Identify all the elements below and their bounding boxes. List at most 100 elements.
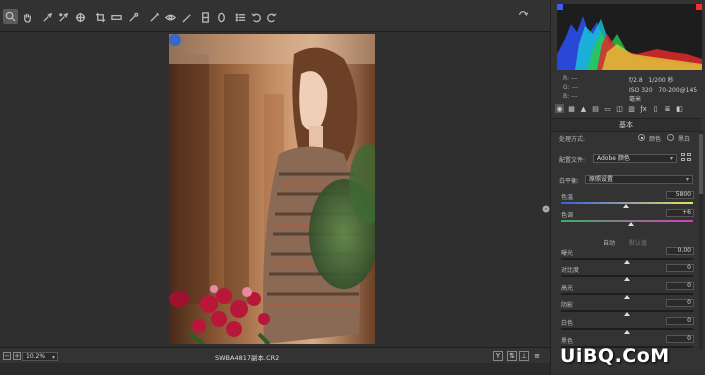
g-label: G: [563,84,570,91]
treatment-color-label: 颜色 [649,136,662,143]
treatment-bw-radio[interactable] [667,134,674,141]
zoom-select[interactable]: 10.2% ▾ [22,352,58,361]
b-label: B: [563,93,570,100]
wb-value: 原照设置 [589,176,614,183]
zoom-out-button[interactable]: − [3,352,11,360]
slider-label: 高光 [561,285,574,292]
chevron-down-icon: ▾ [669,155,673,162]
iso: ISO 320 [629,87,653,94]
zoom-value: 10.2% [26,353,46,360]
slider-thumb[interactable] [624,260,630,264]
tab-presets-icon[interactable]: ≣ [663,104,672,113]
slider-value-input[interactable]: +6 [666,209,694,217]
tab-transform-icon[interactable]: ▥ [627,104,636,113]
tab-detail-icon[interactable]: ▲ [579,104,588,113]
tab-basic-icon[interactable]: ◉ [555,104,564,113]
adjustment-brush-icon[interactable] [180,10,194,24]
tab-snapshots-icon[interactable]: ◧ [675,104,684,113]
radial-filter-icon[interactable] [214,10,228,24]
watermark: UiBQ.CoM [560,345,670,367]
camera-readout: R: --- G: --- B: --- f/2.8 1/200 秒 ISO 3… [559,74,699,103]
b-value: --- [571,93,578,100]
slider-thumb[interactable] [624,312,630,316]
r-value: --- [570,75,578,82]
swap-settings-icon[interactable]: ⇅ [507,351,517,361]
red-eye-removal-tool-icon[interactable] [147,10,161,24]
zoom-tool-icon[interactable] [3,9,18,24]
targeted-adjustment-tool-icon[interactable] [73,10,87,24]
slider-label: 色温 [561,194,574,201]
treatment-bw-label: 黑白 [678,136,691,143]
graduated-filter-icon[interactable] [198,10,212,24]
rotate-right-icon[interactable] [264,10,278,24]
slider-value-input[interactable]: 0 [666,264,694,272]
profile-browser-icon[interactable] [681,153,693,163]
tab-hsl-icon[interactable]: ▤ [591,104,600,113]
preferences-list-icon[interactable] [233,10,247,24]
tab-curve-icon[interactable]: ▦ [567,104,576,113]
slider-thumb[interactable] [624,295,630,299]
chevron-down-icon: ▾ [51,354,55,361]
g-value: --- [571,84,579,91]
spot-removal-tool-icon[interactable] [126,10,140,24]
crop-tool-icon[interactable] [93,10,107,24]
slider-value-input[interactable]: 0 [666,335,694,343]
photo-illustration [169,34,375,344]
slider-value-input[interactable]: 0 [666,317,694,325]
slider-label: 色调 [561,212,574,219]
camera-raw-window: − + 10.2% ▾ SWBA4817副本.CR2 Y ⇅ ⊥ ≡ R: --… [0,0,705,375]
panel-scrollbar[interactable] [699,130,703,350]
white-balance-tool-icon[interactable] [40,10,54,24]
slider-value-input[interactable]: 0.00 [666,247,694,255]
tab-lens-icon[interactable]: ◫ [615,104,624,113]
profile-select[interactable]: Adobe 颜色 ▾ [593,154,677,163]
slider-value-input[interactable]: 0 [666,282,694,290]
wb-select[interactable]: 原照设置 ▾ [585,175,693,184]
right-panel: R: --- G: --- B: --- f/2.8 1/200 秒 ISO 3… [550,0,705,375]
tab-effects-icon[interactable]: ƒx [639,104,648,113]
hand-tool-icon[interactable] [20,10,34,24]
slider-thumb[interactable] [624,277,630,281]
eye-icon[interactable] [163,10,177,24]
color-sampler-tool-icon[interactable] [56,10,70,24]
histogram [557,4,702,70]
slider-thumb[interactable] [622,204,629,208]
treatment-color-radio[interactable] [638,134,645,141]
shutter: 1/200 秒 [648,77,674,84]
toolbar [0,0,550,32]
fullscreen-toggle-icon[interactable] [518,10,530,22]
auto-button[interactable]: 自动 [603,238,615,247]
straighten-tool-icon[interactable] [109,10,123,24]
default-button[interactable]: 默认值 [629,238,647,247]
slider-label: 对比度 [561,267,580,274]
menu-icon[interactable]: ≡ [532,351,542,361]
treatment-label: 处理方式: [559,136,586,143]
tab-split-toning-icon[interactable]: ▭ [603,104,612,113]
preview-image [169,34,375,344]
slider-label: 曝光 [561,250,574,257]
copy-settings-icon[interactable]: ⊥ [519,351,529,361]
tab-calibration-icon[interactable]: ▯ [651,104,660,113]
r-label: R: [563,75,570,82]
preview-canvas[interactable] [0,32,550,347]
profile-value: Adobe 颜色 [597,155,630,162]
zoom-in-button[interactable]: + [13,352,21,360]
slider-label: 白色 [561,320,574,327]
slider-label: 黑色 [561,338,574,345]
status-bar: − + 10.2% ▾ SWBA4817副本.CR2 Y ⇅ ⊥ ≡ [0,347,550,363]
section-title: 基本 [551,118,701,132]
rotate-left-icon[interactable] [249,10,263,24]
slider-thumb[interactable] [624,330,630,334]
slider-value-input[interactable]: 0 [666,299,694,307]
slider-thumb[interactable] [627,222,634,226]
file-name: SWBA4817副本.CR2 [215,354,280,362]
wb-label: 白平衡: [559,178,580,185]
panel-tabs: ◉ ▦ ▲ ▤ ▭ ◫ ▥ ƒx ▯ ≣ ◧ [555,104,700,114]
slider-value-input[interactable]: 5800 [666,191,694,199]
before-after-button[interactable]: Y [493,351,503,361]
chevron-down-icon: ▾ [685,176,689,183]
scroll-thumb[interactable] [699,134,703,194]
aperture: f/2.8 [629,77,643,84]
slider-label: 阴影 [561,302,574,309]
profile-label: 配置文件: [559,157,586,164]
